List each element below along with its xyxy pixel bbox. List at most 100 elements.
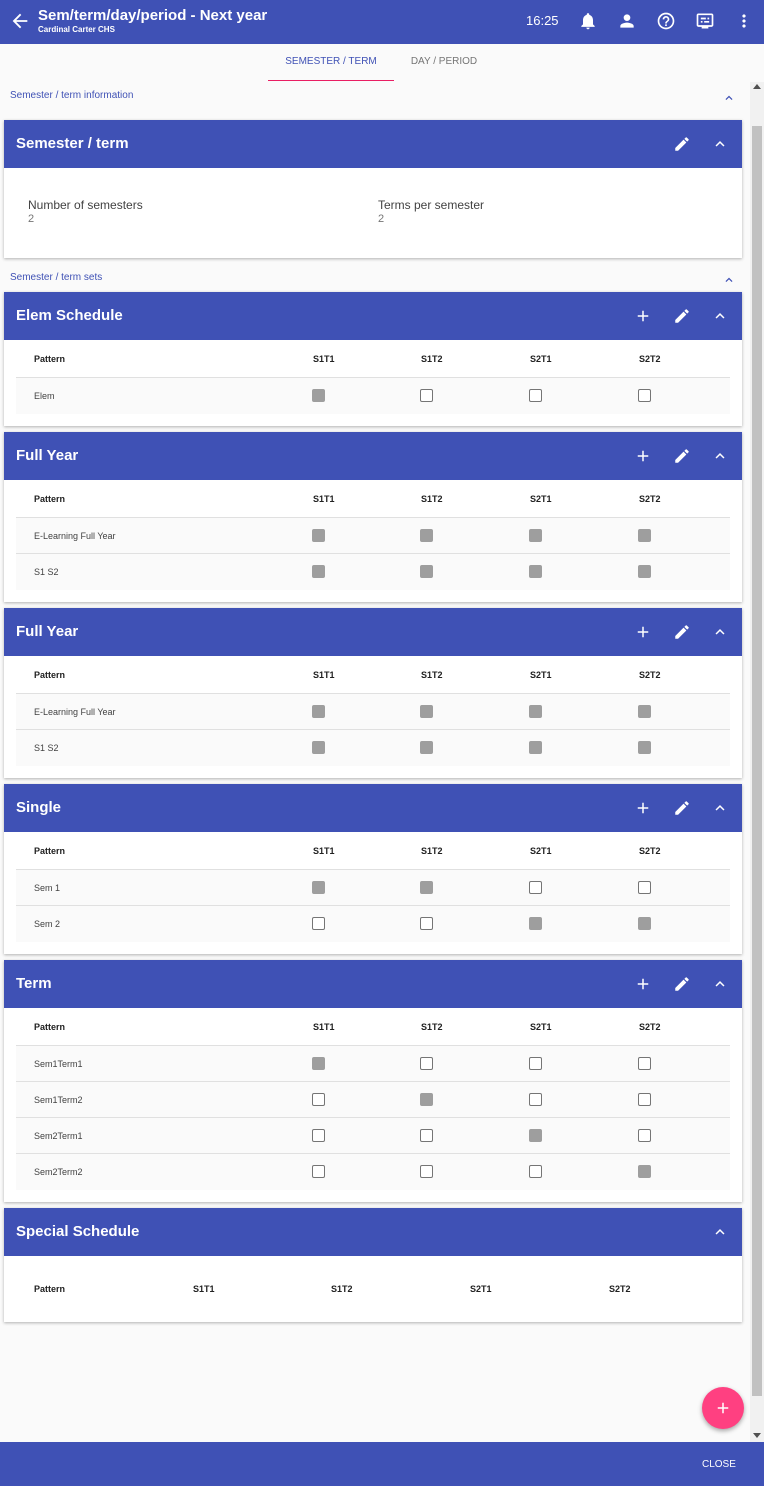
help-icon[interactable]	[656, 11, 676, 31]
term-checkbox[interactable]	[638, 881, 651, 894]
term-checkbox[interactable]	[420, 565, 433, 578]
add-icon[interactable]	[634, 307, 652, 325]
term-checkbox[interactable]	[638, 389, 651, 402]
term-checkbox[interactable]	[638, 1129, 651, 1142]
term-checkbox[interactable]	[420, 881, 433, 894]
clock-time: 16:25	[526, 13, 559, 28]
column-header: S2T2	[639, 494, 661, 504]
term-checkbox[interactable]	[312, 1165, 325, 1178]
semester-sets-section-header[interactable]: Semester / term sets	[0, 264, 750, 292]
add-icon[interactable]	[634, 799, 652, 817]
term-checkbox[interactable]	[638, 705, 651, 718]
add-icon[interactable]	[634, 975, 652, 993]
term-checkbox[interactable]	[420, 741, 433, 754]
term-checkbox[interactable]	[420, 1165, 433, 1178]
term-checkbox[interactable]	[529, 917, 542, 930]
chevron-up-icon[interactable]	[722, 89, 736, 103]
edit-icon[interactable]	[673, 135, 691, 153]
vertical-scrollbar[interactable]	[750, 82, 764, 1442]
term-checkbox[interactable]	[420, 389, 433, 402]
scroll-up-arrow-icon[interactable]	[753, 84, 761, 89]
term-checkbox[interactable]	[420, 705, 433, 718]
scroll-down-arrow-icon[interactable]	[753, 1433, 761, 1438]
chevron-up-icon[interactable]	[711, 623, 729, 641]
pattern-table: Pattern S1T1 S1T2 S2T1 S2T2 E-Learning Full Y…	[16, 480, 730, 602]
add-fab-button[interactable]	[702, 1387, 744, 1429]
tab-semester-term[interactable]: SEMESTER / TERM	[268, 44, 394, 81]
term-checkbox[interactable]	[312, 881, 325, 894]
bell-icon[interactable]	[578, 11, 598, 31]
term-checkbox[interactable]	[420, 529, 433, 542]
table-header-row: Pattern S1T1 S1T2 S2T1 S2T2	[16, 1008, 730, 1046]
edit-icon[interactable]	[673, 307, 691, 325]
semester-info-body: Number of semesters 2 Terms per semester 2	[4, 168, 742, 258]
term-checkbox[interactable]	[312, 565, 325, 578]
term-checkbox[interactable]	[312, 917, 325, 930]
close-button[interactable]: CLOSE	[702, 1459, 736, 1470]
pattern-table: Pattern S1T1 S1T2 S2T1 S2T2 E-Learning Full Y…	[16, 656, 730, 778]
term-checkbox[interactable]	[529, 1165, 542, 1178]
edit-icon[interactable]	[673, 799, 691, 817]
term-checkbox[interactable]	[529, 881, 542, 894]
chevron-up-icon[interactable]	[711, 447, 729, 465]
chevron-up-icon[interactable]	[711, 135, 729, 153]
term-checkbox[interactable]	[638, 917, 651, 930]
chevron-up-icon[interactable]	[711, 307, 729, 325]
term-checkbox[interactable]	[529, 529, 542, 542]
pattern-table: Pattern S1T1 S1T2 S2T1 S2T2 Sem 1 Sem 2	[16, 832, 730, 954]
column-header: S1T1	[313, 354, 335, 364]
term-set-card: Single Pattern S1T1 S1T2 S2T1 S2T2 Sem 1 Sem 2	[4, 784, 742, 954]
add-icon[interactable]	[634, 447, 652, 465]
column-header: S1T2	[421, 1022, 443, 1032]
add-icon[interactable]	[634, 623, 652, 641]
term-checkbox[interactable]	[638, 1057, 651, 1070]
term-checkbox[interactable]	[420, 1093, 433, 1106]
term-checkbox[interactable]	[312, 1093, 325, 1106]
term-checkbox[interactable]	[529, 1093, 542, 1106]
column-header: Pattern	[34, 670, 66, 680]
column-header: S1T1	[313, 670, 335, 680]
chevron-up-icon[interactable]	[722, 271, 736, 285]
pattern-name: Elem	[34, 391, 55, 401]
term-checkbox[interactable]	[420, 917, 433, 930]
content-scroll-area[interactable]: Semester / term information Semester / te…	[0, 82, 750, 1442]
edit-icon[interactable]	[673, 623, 691, 641]
back-arrow-icon[interactable]	[9, 10, 31, 32]
column-header: S1T1	[313, 1022, 335, 1032]
edit-icon[interactable]	[673, 447, 691, 465]
term-checkbox[interactable]	[529, 1129, 542, 1142]
scrollbar-thumb[interactable]	[752, 126, 762, 1396]
term-checkbox[interactable]	[638, 1093, 651, 1106]
term-checkbox[interactable]	[529, 1057, 542, 1070]
term-checkbox[interactable]	[529, 565, 542, 578]
tab-day-period[interactable]: DAY / PERIOD	[394, 44, 494, 81]
term-checkbox[interactable]	[312, 1057, 325, 1070]
term-checkbox[interactable]	[312, 529, 325, 542]
term-checkbox[interactable]	[529, 705, 542, 718]
term-checkbox[interactable]	[638, 741, 651, 754]
term-checkbox[interactable]	[420, 1129, 433, 1142]
term-checkbox[interactable]	[312, 389, 325, 402]
card-header: Term	[4, 960, 742, 1008]
table-row: S1 S2	[16, 554, 730, 590]
term-checkbox[interactable]	[420, 1057, 433, 1070]
term-checkbox[interactable]	[312, 705, 325, 718]
edit-icon[interactable]	[673, 975, 691, 993]
term-checkbox[interactable]	[638, 1165, 651, 1178]
display-settings-icon[interactable]	[695, 11, 715, 31]
person-icon[interactable]	[617, 11, 637, 31]
term-checkbox[interactable]	[638, 529, 651, 542]
chevron-up-icon[interactable]	[711, 975, 729, 993]
term-checkbox[interactable]	[312, 741, 325, 754]
term-checkbox[interactable]	[529, 741, 542, 754]
term-checkbox[interactable]	[638, 565, 651, 578]
pattern-name: Sem2Term1	[34, 1131, 83, 1141]
chevron-up-icon[interactable]	[711, 1223, 729, 1241]
more-vert-icon[interactable]	[734, 11, 754, 31]
field-value: 2	[28, 213, 35, 225]
chevron-up-icon[interactable]	[711, 799, 729, 817]
pattern-name: Sem2Term2	[34, 1167, 83, 1177]
term-checkbox[interactable]	[529, 389, 542, 402]
semester-info-section-header[interactable]: Semester / term information	[0, 82, 750, 110]
term-checkbox[interactable]	[312, 1129, 325, 1142]
